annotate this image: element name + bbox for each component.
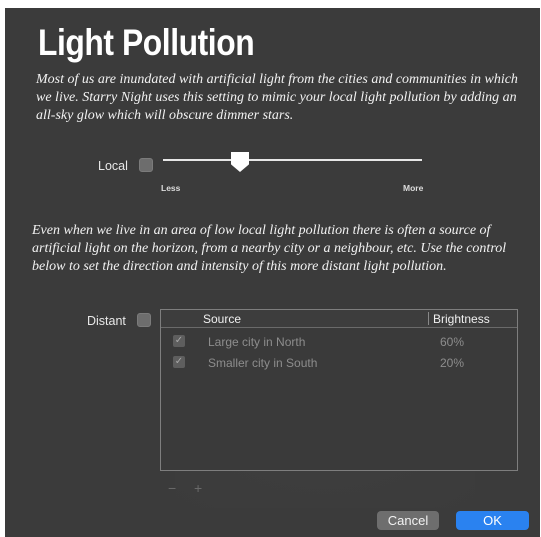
distant-label: Distant — [87, 314, 126, 328]
slider-min-label: Less — [161, 183, 181, 193]
table-header: Source Brightness — [161, 310, 517, 328]
row-brightness: 60% — [440, 335, 465, 349]
local-label: Local — [98, 159, 128, 173]
row-source: Large city in North — [208, 335, 306, 349]
slider-max-label: More — [403, 183, 424, 193]
distant-checkbox[interactable] — [137, 313, 151, 327]
row-enable-checkbox[interactable]: ✓ — [173, 356, 185, 368]
ok-button[interactable]: OK — [456, 511, 529, 530]
intro-text: Most of us are inundated with artificial… — [36, 72, 518, 123]
distant-sources-table: Source Brightness ✓ Large city in North … — [160, 309, 518, 471]
local-slider-track[interactable] — [163, 159, 422, 161]
table-row[interactable]: ✓ Large city in North 60% — [161, 332, 517, 352]
column-header-source[interactable]: Source — [203, 312, 241, 326]
column-divider — [428, 312, 429, 325]
local-slider-thumb[interactable] — [231, 152, 249, 172]
row-enable-checkbox[interactable]: ✓ — [173, 335, 185, 347]
column-header-brightness[interactable]: Brightness — [433, 312, 490, 326]
row-source: Smaller city in South — [208, 356, 318, 370]
table-row[interactable]: ✓ Smaller city in South 20% — [161, 353, 517, 373]
local-checkbox[interactable] — [139, 158, 153, 172]
add-source-button[interactable]: + — [194, 480, 202, 496]
dialog-title: Light Pollution — [38, 22, 255, 63]
row-brightness: 20% — [440, 356, 465, 370]
cancel-button[interactable]: Cancel — [377, 511, 439, 530]
remove-source-button[interactable]: − — [168, 480, 176, 496]
light-pollution-dialog: Light Pollution Most of us are inundated… — [5, 8, 540, 537]
distant-description: Even when we live in an area of low loca… — [32, 223, 507, 274]
